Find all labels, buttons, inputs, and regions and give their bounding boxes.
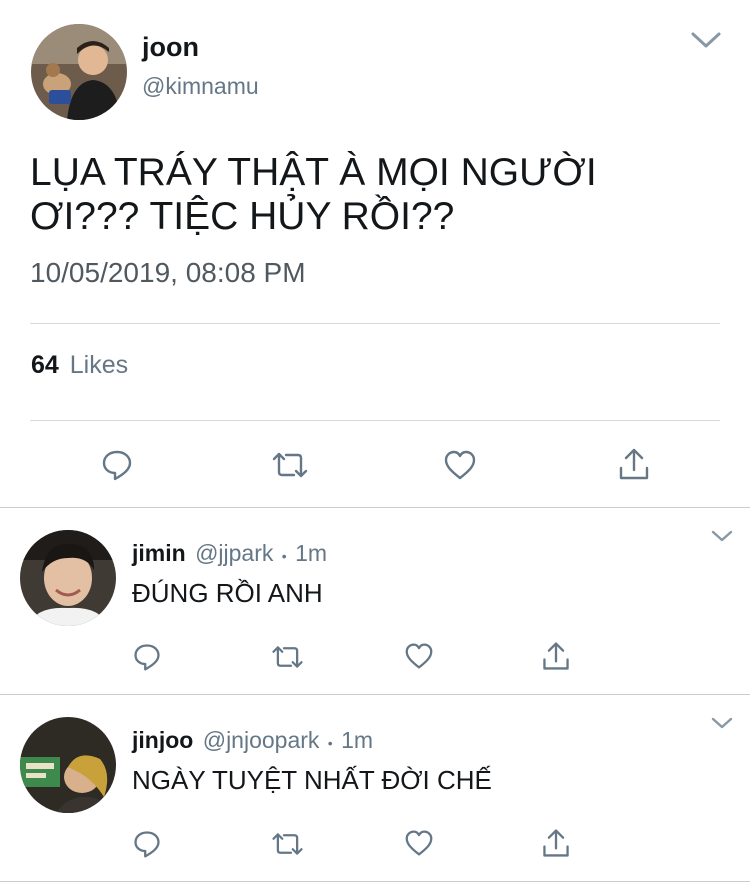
reply-avatar[interactable] [20,530,116,626]
section-divider [0,694,750,695]
likes-stat[interactable]: 64 Likes [31,351,128,380]
likes-count: 64 [31,351,59,379]
divider [30,323,720,324]
reply-avatar[interactable] [20,717,116,813]
reply-author-handle[interactable]: @jnjoopark [203,727,320,753]
heart-icon[interactable] [404,829,434,857]
section-divider [0,507,750,508]
separator-dot: • [327,735,333,751]
share-icon[interactable] [540,640,572,672]
heart-icon[interactable] [404,642,434,670]
tweet-timestamp: 10/05/2019, 08:08 PM [30,257,306,288]
reply-icon[interactable] [132,829,162,859]
likes-label: Likes [69,351,129,379]
tweet-text-line-1: LỤA TRÁY THẬT À MỌI NGƯỜI [30,151,597,194]
reply-icon[interactable] [100,448,134,482]
reply-menu-chevron-down-icon[interactable] [710,716,734,735]
reply-time: 1m [341,727,374,753]
share-icon[interactable] [540,827,572,859]
reply-header: jimin @jjpark • 1m [132,540,327,567]
divider [30,420,720,421]
reply-time: 1m [295,540,328,566]
reply-text: NGÀY TUYỆT NHẤT ĐỜI CHẾ [132,765,492,795]
retweet-icon[interactable] [270,642,305,672]
separator-dot: • [281,548,287,564]
retweet-icon[interactable] [270,829,305,859]
tweet-text-line-2: ƠI??? TIỆC HỦY RỒI?? [30,195,455,238]
reply-header: jinjoo @jnjoopark • 1m [132,727,373,754]
reply-author-handle[interactable]: @jjpark [195,540,273,566]
reply-menu-chevron-down-icon[interactable] [710,529,734,548]
share-icon[interactable] [617,446,651,482]
reply-icon[interactable] [132,642,162,672]
author-avatar[interactable] [31,24,127,120]
reply-author-name[interactable]: jimin [132,540,186,566]
heart-icon[interactable] [443,449,477,481]
section-divider [0,881,750,882]
reply-author-name[interactable]: jinjoo [132,727,193,753]
reply-text: ĐÚNG RỒI ANH [132,578,323,608]
author-name[interactable]: joon [142,32,199,63]
retweet-icon[interactable] [270,448,310,482]
author-handle[interactable]: @kimnamu [142,73,259,100]
tweet-menu-chevron-down-icon[interactable] [690,30,722,55]
